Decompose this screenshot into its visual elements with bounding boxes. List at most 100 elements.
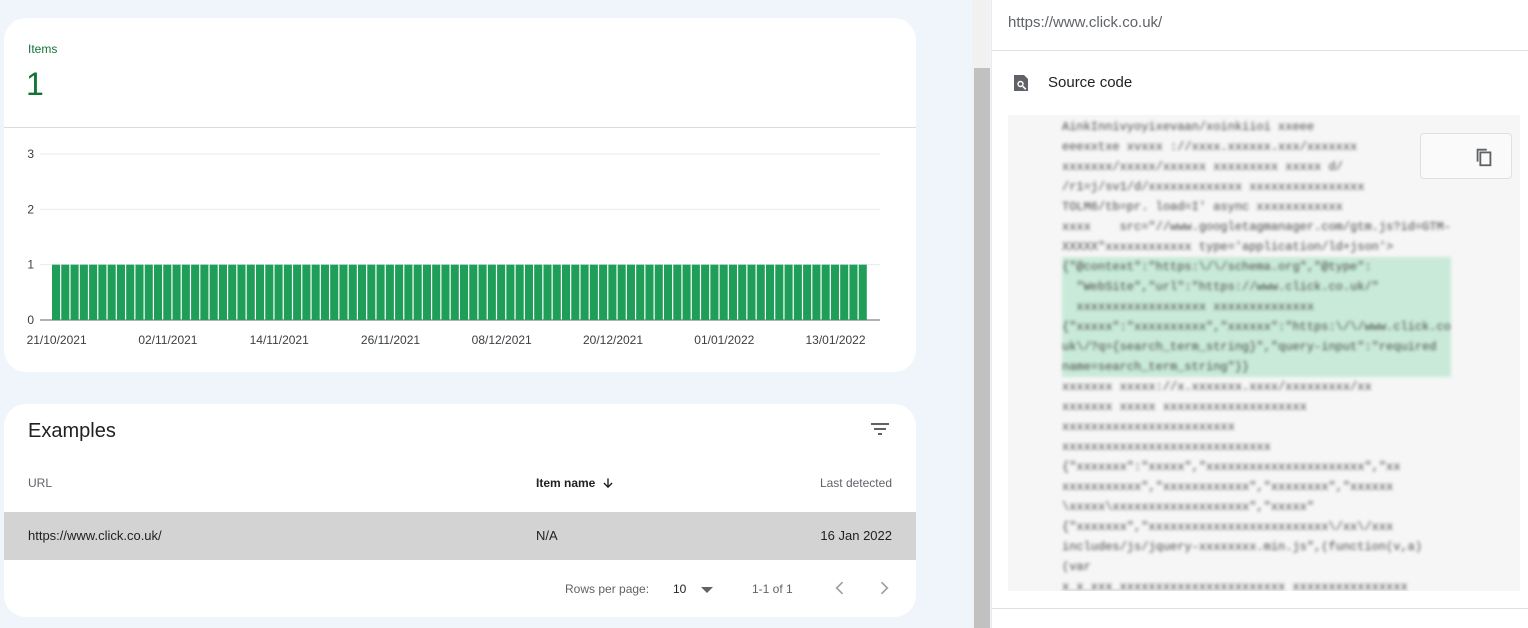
chart-bar[interactable] [413,264,422,320]
chart-bar[interactable] [460,264,469,320]
chart-bar[interactable] [524,264,533,320]
chart-bar[interactable] [246,264,255,320]
chart-bar[interactable] [89,264,98,320]
chart-bar[interactable] [830,264,839,320]
column-header-url[interactable]: URL [28,476,52,490]
chart-bar[interactable] [61,264,70,320]
chart-bar[interactable] [849,264,858,320]
chart-bar[interactable] [580,264,589,320]
chart-bar[interactable] [534,264,543,320]
chart-bar[interactable] [70,264,79,320]
chart-bar[interactable] [79,264,88,320]
chart-bar[interactable] [348,264,357,320]
chart-bar[interactable] [654,264,663,320]
chart-bar[interactable] [163,264,172,320]
chart-bar[interactable] [52,264,61,320]
chart-bar[interactable] [293,264,302,320]
filter-icon[interactable] [868,418,892,442]
chart-bar[interactable] [450,264,459,320]
chart-bar[interactable] [497,264,506,320]
chart-bar[interactable] [562,264,571,320]
chart-bar[interactable] [552,264,561,320]
chart-bar[interactable] [821,264,830,320]
chart-bar[interactable] [339,264,348,320]
chart-bar[interactable] [256,264,265,320]
chart-bar[interactable] [320,264,329,320]
chart-bar[interactable] [432,264,441,320]
chart-bar[interactable] [664,264,673,320]
column-header-item-name[interactable]: Item name [536,476,615,490]
chart-bar[interactable] [812,264,821,320]
chart-bar[interactable] [395,264,404,320]
chart-bar[interactable] [701,264,710,320]
chart-bar[interactable] [302,264,311,320]
chart-bar[interactable] [265,264,274,320]
chart-bar[interactable] [218,264,227,320]
copy-button[interactable] [1420,133,1512,179]
chart-bar[interactable] [385,264,394,320]
chart-bar[interactable] [858,264,867,320]
chart-bar[interactable] [237,264,246,320]
chart-bar[interactable] [126,264,135,320]
chart-bar[interactable] [784,264,793,320]
chart-bar[interactable] [116,264,125,320]
previous-page-icon[interactable] [830,578,850,598]
chart-bar[interactable] [404,264,413,320]
chart-bar[interactable] [107,264,116,320]
chart-bar[interactable] [589,264,598,320]
chart-bar[interactable] [728,264,737,320]
chart-bar[interactable] [200,264,209,320]
chart-bar[interactable] [135,264,144,320]
source-code-viewer[interactable]: AinkInnivyoyixevaan/xoinkiioi xxeee eeexx… [1008,115,1520,591]
column-header-last-detected[interactable]: Last detected [820,476,892,490]
chart-bar[interactable] [793,264,802,320]
chart-bar[interactable] [608,264,617,320]
chart-bar[interactable] [209,264,218,320]
chart-bar[interactable] [330,264,339,320]
chart-bar[interactable] [840,264,849,320]
chart-bar[interactable] [478,264,487,320]
chart-bar[interactable] [154,264,163,320]
chart-bar[interactable] [803,264,812,320]
chart-bar[interactable] [673,264,682,320]
chart-bar[interactable] [626,264,635,320]
chart-bar[interactable] [311,264,320,320]
chart-bar[interactable] [691,264,700,320]
chart-bar[interactable] [191,264,200,320]
chart-bar[interactable] [144,264,153,320]
chart-bar[interactable] [645,264,654,320]
chart-bar[interactable] [376,264,385,320]
chart-bar[interactable] [441,264,450,320]
chart-bar[interactable] [571,264,580,320]
scrollbar-thumb[interactable] [974,68,990,628]
chart-bar[interactable] [636,264,645,320]
rows-per-page-select[interactable]: 10 [673,582,686,596]
chart-bar[interactable] [469,264,478,320]
chart-bar[interactable] [506,264,515,320]
chart-bar[interactable] [515,264,524,320]
chart-bar[interactable] [775,264,784,320]
chart-bar[interactable] [543,264,552,320]
chart-bar[interactable] [599,264,608,320]
chart-bar[interactable] [747,264,756,320]
chart-bar[interactable] [98,264,107,320]
chart-bar[interactable] [283,264,292,320]
chart-bar[interactable] [756,264,765,320]
next-page-icon[interactable] [874,578,894,598]
chart-bar[interactable] [766,264,775,320]
chart-bar[interactable] [487,264,496,320]
chart-bar[interactable] [228,264,237,320]
chart-bar[interactable] [172,264,181,320]
chart-bar[interactable] [710,264,719,320]
chart-bar[interactable] [274,264,283,320]
chart-bar[interactable] [617,264,626,320]
chart-bar[interactable] [358,264,367,320]
chevron-down-icon[interactable] [701,587,713,593]
table-row[interactable]: https://www.click.co.uk/ N/A 16 Jan 2022 [4,512,916,560]
chart-bar[interactable] [367,264,376,320]
chart-bar[interactable] [422,264,431,320]
chart-bar[interactable] [181,264,190,320]
chart-bar[interactable] [719,264,728,320]
chart-bar[interactable] [682,264,691,320]
chart-bar[interactable] [738,264,747,320]
